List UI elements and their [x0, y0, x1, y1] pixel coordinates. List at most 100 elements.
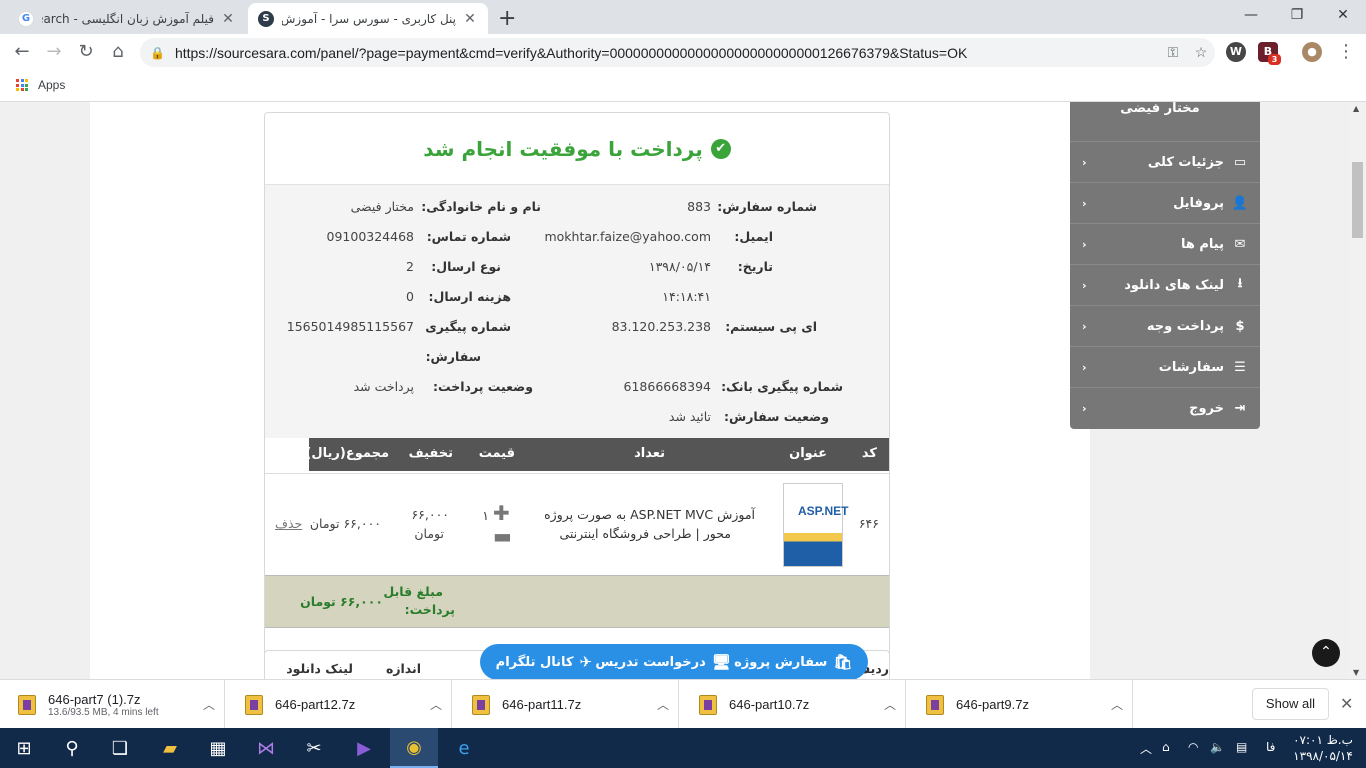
scroll-to-top-button[interactable]: ⌃ [1312, 639, 1340, 667]
ip-label: ای پی سیستم: [725, 319, 817, 334]
download-item[interactable]: 646-part11.7z ︿ [454, 680, 679, 729]
sidebar-item-overview[interactable]: ▭ جزئیات کلی ‹ [1070, 141, 1260, 182]
sidebar-item-payment[interactable]: $ پرداخت وجه ‹ [1070, 305, 1260, 346]
apps-icon[interactable] [16, 79, 28, 91]
plus-icon[interactable]: ✚ [493, 501, 510, 525]
sidebar-item-label: پرداخت وجه [1146, 318, 1224, 334]
close-window-button[interactable]: ✕ [1320, 0, 1366, 30]
download-name: 646-part7 (1).7z [48, 691, 141, 707]
close-tab-icon[interactable]: ✕ [220, 11, 236, 27]
chevron-up-icon[interactable]: ︿ [421, 696, 451, 713]
back-icon[interactable]: ← [10, 40, 34, 64]
language-indicator[interactable]: فا [1266, 740, 1275, 754]
apps-bookmark[interactable]: Apps [38, 78, 65, 92]
teach-request-label: درخواست تدریس [595, 654, 706, 670]
chevron-up-icon[interactable]: ︿ [648, 696, 678, 713]
minimize-button[interactable]: — [1228, 0, 1274, 30]
telegram-channel-label: کانال تلگرام [495, 654, 574, 670]
delete-link[interactable]: حذف [275, 516, 302, 531]
url-text[interactable]: https://sourcesara.com/panel/?page=payme… [175, 45, 1159, 61]
show-all-button[interactable]: Show all [1252, 688, 1329, 720]
notification-icon[interactable]: ▤ [1236, 740, 1247, 754]
address-bar[interactable]: 🔒 https://sourcesara.com/panel/?page=pay… [140, 38, 1215, 67]
col-download-link: لینک دانلود [286, 661, 353, 676]
task-view-icon[interactable]: ❏ [96, 728, 144, 768]
sidebar-item-downloads[interactable]: ⭳ لینک های دانلود ‹ [1070, 264, 1260, 305]
bookmarks-bar: Apps [0, 71, 1366, 102]
wifi-icon[interactable]: ◠ [1188, 740, 1198, 754]
tab-sourcesara[interactable]: S پنل کاربری - سورس سرا - آموزش برنامه ن… [248, 3, 488, 34]
sidebar-item-profile[interactable]: 👤 پروفایل ‹ [1070, 182, 1260, 223]
email-label: ایمیل: [734, 229, 773, 244]
visual-studio-icon[interactable]: ⋈ [242, 728, 290, 768]
payable-label-1: مبلغ قابل [383, 584, 443, 599]
profile-avatar[interactable]: ● [1302, 42, 1322, 62]
payment-status-value: پرداخت شد [353, 379, 414, 394]
scroll-up-icon[interactable]: ▲ [1353, 104, 1359, 113]
lock-icon: 🔒 [150, 45, 165, 60]
download-item[interactable]: 646-part7 (1).7z 13.6/93.5 MB, 4 mins le… [0, 680, 225, 729]
product-code: ۶۴۶ [858, 516, 879, 531]
chrome-icon[interactable]: ◉ [390, 728, 438, 768]
search-icon[interactable]: ⚲ [48, 728, 96, 768]
archive-icon [245, 694, 263, 715]
maximize-button[interactable]: ❐ [1274, 0, 1320, 30]
sidebar-item-logout[interactable]: ⇥ خروج ‹ [1070, 387, 1260, 428]
telegram-channel-button[interactable]: ✈ کانال تلگرام [496, 653, 592, 671]
page-scrollbar[interactable]: ▲ ▼ [1349, 102, 1366, 679]
home-icon[interactable]: ⌂ [106, 40, 130, 64]
sidebar-item-label: لینک های دانلود [1124, 277, 1224, 293]
sign-out-icon: ⇥ [1234, 400, 1246, 416]
scrollbar-thumb[interactable] [1352, 162, 1363, 238]
store-icon[interactable]: ▦ [194, 728, 242, 768]
download-item[interactable]: 646-part10.7z ︿ [681, 680, 906, 729]
download-item[interactable]: 646-part12.7z ︿ [227, 680, 452, 729]
bank-tracking-label: شماره پیگیری بانک: [721, 379, 843, 394]
download-name: 646-part11.7z [502, 697, 582, 712]
file-explorer-icon[interactable]: ▰ [146, 728, 194, 768]
close-shelf-icon[interactable]: ✕ [1340, 694, 1353, 714]
clock[interactable]: ب.ظ ۰۷:۰۱ ۱۳۹۸/۰۵/۱۴ [1290, 732, 1356, 764]
tray-chevron-icon[interactable]: ︿ [1140, 740, 1152, 757]
chevron-up-icon[interactable]: ︿ [875, 696, 905, 713]
scroll-down-icon[interactable]: ▼ [1353, 668, 1359, 677]
reload-icon[interactable]: ↻ [74, 40, 98, 64]
archive-icon [18, 694, 36, 715]
key-icon[interactable]: ⚿ [1159, 44, 1187, 61]
card-icon: ▭ [1233, 154, 1247, 170]
full-name-value: مختار فیضی [350, 199, 414, 214]
list-icon: ☰ [1234, 359, 1246, 375]
download-item[interactable]: 646-part9.7z ︿ [908, 680, 1133, 729]
tools-icon[interactable]: ✂ [290, 728, 338, 768]
email-value: mokhtar.faize@yahoo.com [544, 229, 711, 244]
wordpress-extension-icon[interactable]: W [1226, 42, 1246, 62]
close-tab-icon[interactable]: ✕ [462, 11, 478, 27]
tab-google-search[interactable]: G فیلم آموزش زبان انگلیسی - Search ✕ [8, 3, 246, 34]
sidebar-item-label: پیام ها [1180, 236, 1224, 252]
browser-toolbar: ← → ↻ ⌂ 🔒 https://sourcesara.com/panel/?… [0, 34, 1366, 71]
payable-label-2: پرداخت: [404, 602, 455, 617]
volume-icon[interactable]: 🔈 [1210, 740, 1225, 754]
edge-icon[interactable]: e [440, 728, 488, 768]
visual-studio-2-icon[interactable]: ▶ [340, 728, 388, 768]
forward-icon[interactable]: → [42, 40, 66, 64]
sidebar-item-messages[interactable]: ✉ پیام ها ‹ [1070, 223, 1260, 264]
new-tab-button[interactable]: + [498, 6, 516, 31]
sidebar-item-orders[interactable]: ☰ سفارشات ‹ [1070, 346, 1260, 387]
bank-tracking-value: 61866668394 [623, 379, 711, 394]
network-icon[interactable]: ⌂ [1162, 740, 1170, 754]
bookmark-star-icon[interactable]: ☆ [1187, 44, 1215, 61]
windows-taskbar: ⊞ ⚲ ❏ ▰ ▦ ⋈ ✂ ▶ ◉ e ︿ ⌂ ◠ 🔈 ▤ فا ب.ظ ۰۷:… [0, 728, 1366, 768]
product-title-1: آموزش ASP.NET MVC به صورت پروژه [544, 507, 755, 522]
chevron-up-icon[interactable]: ︿ [194, 696, 224, 713]
shipping-type-value: 2 [406, 259, 414, 274]
teach-request-button[interactable]: 🖥 درخواست تدریس [595, 653, 730, 671]
tab-title: پنل کاربری - سورس سرا - آموزش برنامه نوی… [282, 11, 456, 26]
chevron-up-icon[interactable]: ︿ [1102, 696, 1132, 713]
minus-icon[interactable]: ▬ [493, 524, 512, 548]
payable-value: ۶۶,۰۰۰ تومان [300, 594, 383, 609]
menu-icon[interactable]: ⋮ [1334, 40, 1358, 64]
page-viewport: مختار فیضی ▭ جزئیات کلی ‹ 👤 پروفایل ‹ ✉ … [0, 102, 1366, 679]
windows-start-icon[interactable]: ⊞ [0, 728, 48, 768]
project-order-button[interactable]: 🛍 سفارش پروژه [734, 653, 852, 671]
